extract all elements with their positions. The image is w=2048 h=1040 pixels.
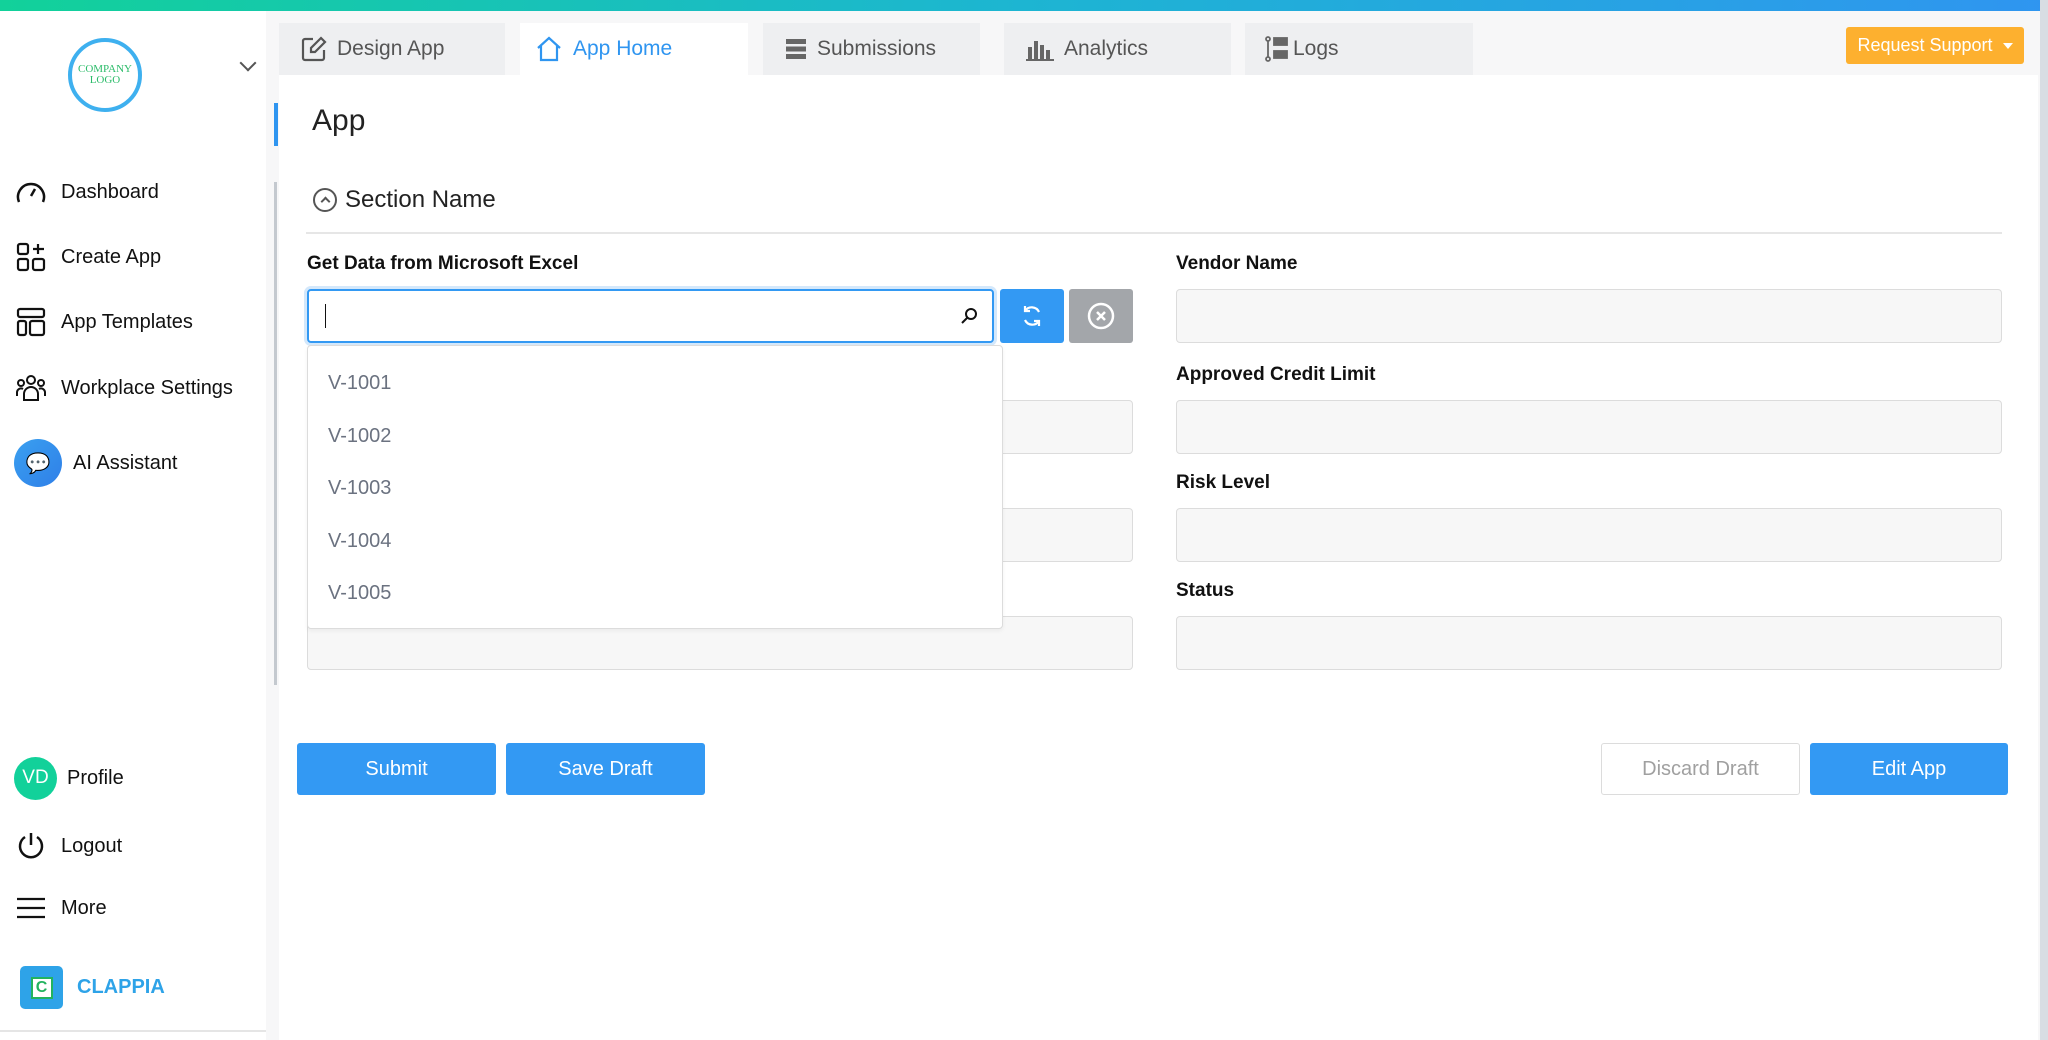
avatar: VD bbox=[14, 757, 57, 800]
page-scrollbar[interactable] bbox=[2040, 0, 2048, 1040]
active-indicator bbox=[274, 103, 278, 146]
tab-label: Design App bbox=[337, 37, 444, 61]
users-icon bbox=[14, 371, 48, 405]
sidebar-item-label: Dashboard bbox=[61, 181, 159, 204]
tab-label: Logs bbox=[1293, 37, 1339, 61]
dropdown-option[interactable]: V-1004 bbox=[328, 530, 391, 553]
grid-plus-icon bbox=[14, 240, 48, 274]
sidebar-item-more[interactable]: More bbox=[0, 886, 266, 930]
vendor-name-label: Vendor Name bbox=[1176, 253, 1297, 275]
top-gradient-bar bbox=[0, 0, 2048, 11]
bar-chart-icon bbox=[1026, 37, 1054, 61]
sidebar-item-workplace-settings[interactable]: Workplace Settings bbox=[0, 366, 266, 410]
chevron-down-icon[interactable] bbox=[240, 55, 257, 72]
sidebar-item-ai-assistant[interactable]: 💬 AI Assistant bbox=[0, 441, 266, 485]
sidebar-item-label: AI Assistant bbox=[73, 452, 178, 475]
sidebar-item-app-templates[interactable]: App Templates bbox=[0, 300, 266, 344]
clappia-brand: C CLAPPIA bbox=[20, 966, 165, 1009]
submit-button[interactable]: Submit bbox=[297, 743, 496, 795]
menu-icon bbox=[14, 891, 48, 925]
sidebar: COMPANYLOGO Dashboard Create App App Tem… bbox=[0, 11, 266, 1040]
save-draft-button[interactable]: Save Draft bbox=[506, 743, 705, 795]
tab-analytics[interactable]: Analytics bbox=[1004, 23, 1231, 75]
brand-name: CLAPPIA bbox=[77, 976, 165, 999]
excel-label: Get Data from Microsoft Excel bbox=[307, 253, 578, 275]
section-divider bbox=[306, 232, 2002, 234]
risk-level-label: Risk Level bbox=[1176, 472, 1270, 494]
tab-logs[interactable]: Logs bbox=[1245, 23, 1473, 75]
vendor-name-input[interactable] bbox=[1176, 289, 2002, 343]
status-label: Status bbox=[1176, 580, 1234, 602]
sidebar-item-label: App Templates bbox=[61, 311, 193, 334]
refresh-button[interactable] bbox=[1000, 289, 1064, 343]
company-logo: COMPANYLOGO bbox=[68, 38, 142, 112]
chevron-up-circle-icon bbox=[313, 188, 337, 212]
home-icon bbox=[535, 35, 563, 63]
discard-draft-button[interactable]: Discard Draft bbox=[1601, 743, 1800, 795]
credit-limit-label: Approved Credit Limit bbox=[1176, 364, 1376, 386]
credit-limit-input[interactable] bbox=[1176, 400, 2002, 454]
edit-icon bbox=[301, 36, 327, 62]
close-circle-icon bbox=[1087, 302, 1115, 330]
template-icon bbox=[14, 305, 48, 339]
logs-icon bbox=[1265, 36, 1289, 62]
status-input[interactable] bbox=[1176, 616, 2002, 670]
clappia-logo-icon: C bbox=[20, 966, 63, 1009]
tab-submissions[interactable]: Submissions bbox=[763, 23, 980, 75]
page-title: App bbox=[312, 104, 365, 138]
sidebar-item-label: More bbox=[61, 897, 107, 920]
excel-search-input[interactable] bbox=[307, 289, 994, 343]
tab-label: Submissions bbox=[817, 37, 936, 61]
risk-level-input[interactable] bbox=[1176, 508, 2002, 562]
panel-scrollbar[interactable] bbox=[274, 182, 277, 685]
refresh-icon bbox=[1021, 304, 1043, 328]
dropdown-option[interactable]: V-1003 bbox=[328, 477, 391, 500]
sidebar-item-label: Profile bbox=[67, 767, 124, 790]
sidebar-item-profile[interactable]: VD Profile bbox=[0, 756, 266, 800]
power-icon bbox=[14, 829, 48, 863]
tab-app-home[interactable]: App Home bbox=[520, 23, 748, 75]
edit-app-button[interactable]: Edit App bbox=[1810, 743, 2008, 795]
excel-dropdown: V-1001 V-1002 V-1003 V-1004 V-1005 bbox=[307, 345, 1003, 629]
request-support-button[interactable]: Request Support bbox=[1846, 27, 2024, 64]
request-support-label: Request Support bbox=[1857, 35, 1992, 56]
caret-down-icon bbox=[2003, 43, 2013, 49]
section-header[interactable]: Section Name bbox=[313, 186, 496, 214]
dropdown-option[interactable]: V-1001 bbox=[328, 372, 391, 395]
sidebar-item-logout[interactable]: Logout bbox=[0, 824, 266, 868]
sidebar-item-label: Workplace Settings bbox=[61, 377, 233, 400]
list-icon bbox=[785, 38, 807, 60]
dropdown-option[interactable]: V-1005 bbox=[328, 582, 391, 605]
tab-design-app[interactable]: Design App bbox=[279, 23, 505, 75]
excel-search-value bbox=[325, 304, 326, 328]
search-icon bbox=[960, 307, 978, 330]
section-title: Section Name bbox=[345, 186, 496, 214]
tab-label: App Home bbox=[573, 37, 672, 61]
sidebar-item-create-app[interactable]: Create App bbox=[0, 235, 266, 279]
tab-label: Analytics bbox=[1064, 37, 1148, 61]
gauge-icon bbox=[14, 175, 48, 209]
dropdown-option[interactable]: V-1002 bbox=[328, 425, 391, 448]
clear-button[interactable] bbox=[1069, 289, 1133, 343]
sidebar-item-label: Logout bbox=[61, 835, 122, 858]
sidebar-item-label: Create App bbox=[61, 246, 161, 269]
divider bbox=[0, 1030, 266, 1032]
ai-chat-icon: 💬 bbox=[14, 439, 62, 487]
sidebar-item-dashboard[interactable]: Dashboard bbox=[0, 170, 266, 214]
